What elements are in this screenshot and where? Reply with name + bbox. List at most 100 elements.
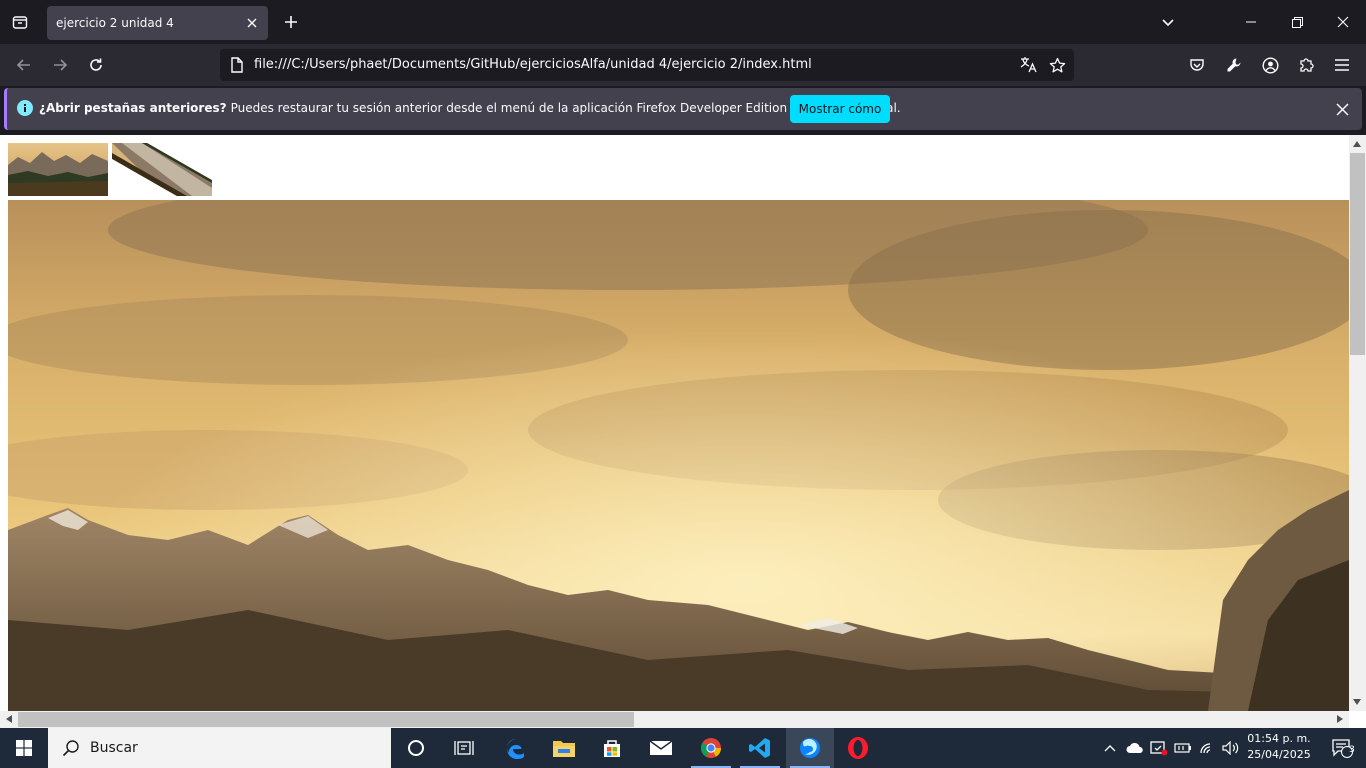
new-tab-button[interactable] <box>278 9 304 35</box>
cortana-button[interactable] <box>392 728 440 768</box>
scroll-up-arrow[interactable] <box>1349 136 1365 152</box>
back-button[interactable] <box>9 50 39 80</box>
clock-date: 25/04/2025 <box>1247 748 1311 761</box>
arrow-right-icon <box>54 59 68 71</box>
vertical-scrollbar[interactable] <box>1349 135 1366 711</box>
edge-icon <box>506 739 524 760</box>
vscode-button[interactable] <box>736 728 784 768</box>
onedrive-button[interactable] <box>1124 728 1146 768</box>
microsoft-store-icon <box>604 740 620 757</box>
forward-button[interactable] <box>45 50 75 80</box>
info-icon <box>17 100 33 116</box>
file-explorer-icon <box>553 741 575 757</box>
tab-strip: ejercicio 2 unidad 4 <box>0 0 1366 44</box>
arrow-left-icon <box>16 59 30 71</box>
mountain-landscape-thumbnail <box>8 143 108 196</box>
taskbar-clock[interactable]: 01:54 p. m. 25/04/2025 <box>1244 731 1314 763</box>
translate-button[interactable] <box>1018 54 1040 76</box>
firefox-developer-button[interactable] <box>786 728 834 768</box>
reload-icon <box>90 58 102 71</box>
reload-button[interactable] <box>81 50 111 80</box>
search-icon <box>62 740 79 757</box>
minimize-button[interactable] <box>1228 0 1274 44</box>
windows-logo-icon <box>16 740 32 756</box>
microsoft-store-button[interactable] <box>588 728 636 768</box>
file-icon <box>231 57 243 73</box>
show-hidden-icons-button[interactable] <box>1100 728 1120 768</box>
scroll-down-arrow[interactable] <box>1349 694 1365 710</box>
task-view-button[interactable] <box>440 728 488 768</box>
address-bar[interactable]: file:///C:/Users/phaet/Documents/GitHub/… <box>220 49 1074 81</box>
security-alert-icon <box>1150 741 1168 756</box>
battery-plug-icon <box>1174 743 1191 753</box>
extensions-button[interactable] <box>1291 50 1321 80</box>
pocket-icon <box>1190 59 1204 71</box>
mail-button[interactable] <box>637 728 685 768</box>
tab-title: ejercicio 2 unidad 4 <box>56 16 174 30</box>
scroll-right-arrow[interactable] <box>1332 711 1348 727</box>
close-window-button[interactable] <box>1320 0 1366 44</box>
vertical-scroll-thumb[interactable] <box>1350 153 1365 355</box>
developer-tools-button[interactable] <box>1219 50 1249 80</box>
list-all-tabs-button[interactable] <box>1155 9 1181 35</box>
url-text[interactable]: file:///C:/Users/phaet/Documents/GitHub/… <box>254 57 812 72</box>
horizontal-scroll-thumb[interactable] <box>18 712 634 727</box>
app-menu-button[interactable] <box>1327 50 1357 80</box>
restore-button[interactable] <box>1274 0 1320 44</box>
notifications-count: 3 <box>1349 745 1355 755</box>
page-icon[interactable] <box>228 56 246 74</box>
taskbar-search-box[interactable]: Buscar <box>48 728 391 768</box>
close-notification-button[interactable] <box>1332 99 1352 119</box>
notification-body: Puedes restaurar tu sesión anterior desd… <box>230 101 788 115</box>
caret-down-icon <box>1353 699 1361 705</box>
notification-message: ¿Abrir pestañas anteriores? Puedes resta… <box>39 101 901 115</box>
horizontal-scrollbar[interactable] <box>0 711 1349 728</box>
puzzle-icon <box>1300 58 1314 72</box>
star-icon <box>1049 57 1065 72</box>
network-button[interactable] <box>1197 728 1219 768</box>
close-tab-button[interactable] <box>242 13 262 33</box>
security-button[interactable] <box>1148 728 1170 768</box>
action-center-button[interactable]: 3 <box>1318 728 1366 768</box>
account-button[interactable] <box>1255 50 1285 80</box>
start-button[interactable] <box>0 728 48 768</box>
restore-icon <box>1291 16 1303 28</box>
speaker-icon <box>1222 741 1239 755</box>
firefox-developer-icon <box>800 738 820 758</box>
opera-button[interactable] <box>834 728 882 768</box>
golden-sky-mountains-image <box>8 200 1349 711</box>
hamburger-icon <box>1335 59 1349 71</box>
chrome-icon <box>700 738 722 758</box>
chevron-down-icon <box>1162 19 1174 27</box>
show-how-button[interactable]: Mostrar cómo <box>790 95 890 123</box>
close-icon <box>247 18 257 28</box>
cortana-icon <box>408 740 424 756</box>
close-icon <box>1335 102 1349 116</box>
firefox-view-button[interactable] <box>6 8 34 36</box>
battery-button[interactable] <box>1172 728 1194 768</box>
file-explorer-button[interactable] <box>540 728 588 768</box>
mail-icon <box>649 740 673 755</box>
pocket-button[interactable] <box>1182 50 1212 80</box>
windows-taskbar: Buscar 01:54 p. m. 25/04/2025 3 <box>0 728 1366 768</box>
bookmark-button[interactable] <box>1046 54 1068 76</box>
vscode-icon <box>749 738 770 758</box>
account-icon <box>1261 56 1279 74</box>
close-icon <box>1337 16 1349 28</box>
task-view-icon <box>454 741 474 755</box>
wifi-icon <box>1200 743 1211 754</box>
edge-button[interactable] <box>492 728 540 768</box>
opera-icon <box>848 737 868 759</box>
minimize-icon <box>1246 21 1256 23</box>
chrome-button[interactable] <box>687 728 735 768</box>
mountain-landscape-rotated-thumbnail <box>112 143 212 196</box>
session-restore-notification: ¿Abrir pestañas anteriores? Puedes resta… <box>4 88 1362 130</box>
wrench-icon <box>1227 58 1241 72</box>
cloud-icon <box>1126 742 1143 753</box>
chevron-up-icon <box>1104 745 1116 752</box>
volume-button[interactable] <box>1220 728 1242 768</box>
firefox-view-icon <box>12 16 28 29</box>
tab-active[interactable]: ejercicio 2 unidad 4 <box>47 6 268 40</box>
translate-icon <box>1020 57 1037 73</box>
scroll-left-arrow[interactable] <box>1 711 17 727</box>
